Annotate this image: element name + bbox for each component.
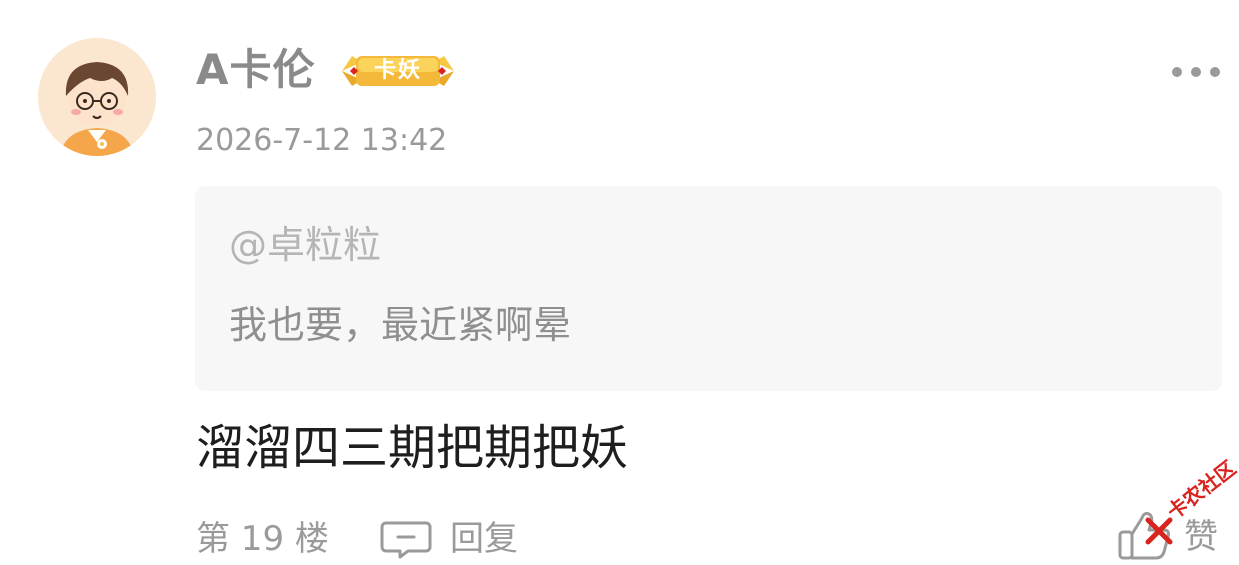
more-dot xyxy=(1210,67,1220,77)
more-horizontal-icon xyxy=(1172,67,1182,77)
quote-mention[interactable]: @卓粒粒 xyxy=(229,220,381,270)
reply-label: 回复 xyxy=(450,519,518,559)
comment-bubble-icon xyxy=(380,521,432,559)
watermark-text: 卡农社区 xyxy=(1162,455,1239,525)
username[interactable]: A卡伦 xyxy=(196,42,316,98)
badge-label: 卡妖 xyxy=(373,58,422,83)
avatar-illustration xyxy=(38,38,156,156)
quoted-reply[interactable]: @卓粒粒 我也要，最近紧啊晕 xyxy=(195,186,1222,391)
watermark: 卡农社区 xyxy=(1145,456,1239,552)
rank-badge: 卡妖 xyxy=(338,48,458,94)
more-options-button[interactable] xyxy=(1172,58,1220,86)
reply-button[interactable]: 回复 xyxy=(380,516,518,562)
avatar[interactable] xyxy=(38,38,156,156)
quote-text: 我也要，最近紧啊晕 xyxy=(229,303,572,347)
watermark-logo-icon xyxy=(1145,517,1173,545)
floor-number: 第 19 楼 xyxy=(196,519,329,559)
post-content: 溜溜四三期把期把妖 xyxy=(196,420,629,476)
post-card: A卡伦 卡妖 2026-7-12 13:42 @卓粒粒 我也要，最近紧啊晕 溜溜… xyxy=(0,0,1239,565)
more-dot xyxy=(1191,67,1201,77)
post-timestamp: 2026-7-12 13:42 xyxy=(196,123,448,158)
